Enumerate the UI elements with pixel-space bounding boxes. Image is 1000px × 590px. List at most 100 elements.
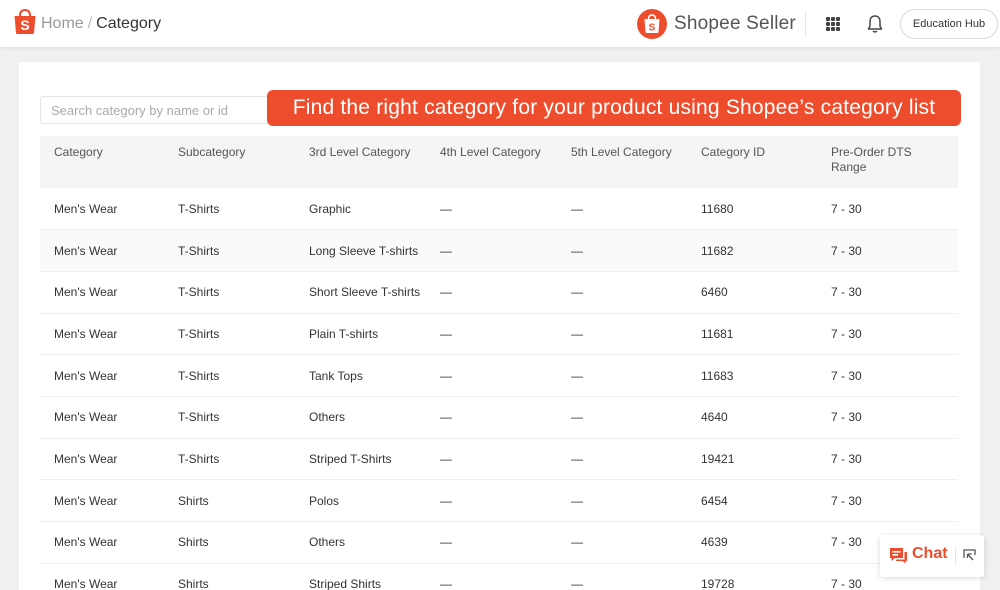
table-cell: 11683 <box>701 368 734 383</box>
table-cell: — <box>440 285 452 300</box>
table-cell: Striped Shirts <box>309 577 382 590</box>
table-cell: Plain T-shirts <box>309 326 379 341</box>
table-cell: — <box>571 326 583 341</box>
breadcrumb-separator: / <box>87 15 93 32</box>
category-table: Category Subcategory 3rd Level Category … <box>40 136 958 590</box>
table-cell: Men's Wear <box>54 201 118 216</box>
table-row[interactable]: Men's Wear T-Shirts Striped T-Shirts — — 1942… <box>40 438 958 480</box>
table-cell: Striped T-Shirts <box>309 451 392 466</box>
table-cell: Men's Wear <box>54 326 118 341</box>
table-cell: Men's Wear <box>54 285 118 300</box>
table-cell: Men's Wear <box>54 451 118 466</box>
column-header: 4th Level Category <box>440 145 541 159</box>
table-cell: — <box>571 493 583 508</box>
table-cell: T-Shirts <box>178 201 220 216</box>
table-cell: Men's Wear <box>54 577 118 590</box>
chat-widget[interactable]: Chat <box>880 535 984 577</box>
expand-icon[interactable] <box>963 549 976 562</box>
table-cell: Men's Wear <box>54 535 118 550</box>
table-cell: — <box>440 535 452 550</box>
shopee-bag-icon[interactable]: S <box>13 9 37 35</box>
table-cell: 7 - 30 <box>831 285 862 300</box>
table-cell: Polos <box>309 493 340 508</box>
table-cell: T-Shirts <box>178 243 220 258</box>
table-cell: T-Shirts <box>178 368 220 383</box>
table-cell: — <box>571 243 583 258</box>
shopee-logo-icon[interactable]: S <box>637 9 667 39</box>
table-row[interactable]: Men's Wear T-Shirts Plain T-shirts — — 11681 7… <box>40 313 958 355</box>
table-row[interactable]: Men's Wear Shirts Polos — — 6454 7 - 30 <box>40 480 958 522</box>
table-cell: T-Shirts <box>178 410 220 425</box>
table-cell: — <box>440 201 452 216</box>
table-cell: — <box>571 368 583 383</box>
breadcrumb: Home / Category <box>41 15 161 33</box>
svg-text:S: S <box>649 23 656 34</box>
table-cell: — <box>571 410 583 425</box>
table-cell: — <box>571 577 583 590</box>
table-cell: 7 - 30 <box>831 451 862 466</box>
table-cell: Men's Wear <box>54 493 118 508</box>
table-cell: 11681 <box>701 326 734 341</box>
column-header: 3rd Level Category <box>309 145 411 159</box>
chat-bubble-icon[interactable] <box>889 547 908 564</box>
table-row[interactable]: Men's Wear T-Shirts Short Sleeve T-shirts —… <box>40 271 958 314</box>
promo-banner: Find the right category for your product… <box>267 90 961 126</box>
column-header: Pre-Order DTS Range <box>831 145 912 174</box>
table-cell: 4639 <box>701 535 728 550</box>
table-row[interactable]: Men's Wear T-Shirts Others — — 4640 7 - 30 <box>40 396 958 439</box>
table-cell: — <box>440 493 452 508</box>
table-row[interactable]: Men's Wear Shirts Others — —4639 7 - 30 <box>40 522 958 564</box>
table-cell: 7 - 30 <box>831 326 862 341</box>
column-header: Category <box>54 145 103 159</box>
table-cell: — <box>440 326 452 341</box>
breadcrumb-home-link[interactable]: Home <box>41 15 84 33</box>
table-cell: 19728 <box>701 577 735 590</box>
table-cell: Shirts <box>178 535 209 550</box>
table-cell: — <box>440 451 452 466</box>
apps-grid-icon[interactable] <box>826 17 840 31</box>
category-list-card: Find the right category for your product… <box>19 62 980 590</box>
breadcrumb-current: Category <box>96 15 162 32</box>
table-cell: Graphic <box>309 201 352 216</box>
table-cell: T-Shirts <box>178 285 220 300</box>
table-cell: Men's Wear <box>54 410 118 425</box>
table-cell: 7 - 30 <box>831 243 862 258</box>
table-row[interactable]: Men's Wear T-Shirts Graphic — — 11680 7 - 30 <box>40 188 958 230</box>
table-cell: Shirts <box>178 577 209 590</box>
top-bar: S Home / Category S Shopee Seller Educat… <box>0 0 1000 48</box>
column-header: Category ID <box>701 145 766 159</box>
table-cell: 6454 <box>701 493 728 508</box>
column-header: 5th Level Category <box>571 145 672 159</box>
table-cell: T-Shirts <box>178 451 220 466</box>
table-cell: 4640 <box>701 410 728 425</box>
table-cell: — <box>571 201 583 216</box>
header-divider <box>805 11 806 37</box>
table-row[interactable]: Men's Wear T-Shirts Tank Tops — — 11683 7 - 30 <box>40 355 958 397</box>
education-hub-button[interactable]: Education Hub <box>900 9 998 39</box>
table-cell: 11680 <box>701 201 734 216</box>
category-table-container[interactable]: Category Subcategory 3rd Level Category … <box>40 136 958 590</box>
table-cell: — <box>571 451 583 466</box>
table-cell: 7 - 30 <box>831 201 862 216</box>
table-cell: Others <box>309 410 346 425</box>
table-cell: — <box>571 285 583 300</box>
table-header-row: Category Subcategory 3rd Level Category … <box>40 136 958 188</box>
table-cell: T-Shirts <box>178 326 220 341</box>
table-cell: — <box>571 535 583 550</box>
table-cell: — <box>440 368 452 383</box>
table-row[interactable]: Men's Wear Shirts Striped Shirts — —19728 7 -… <box>40 563 958 590</box>
table-cell: — <box>440 410 452 425</box>
table-cell: Short Sleeve T-shirts <box>309 285 421 300</box>
bell-icon[interactable] <box>866 14 884 34</box>
svg-text:S: S <box>20 17 29 33</box>
table-row[interactable]: Men's Wear T-Shirts Long Sleeve T-shirts — —… <box>40 229 958 272</box>
table-cell: 11682 <box>701 243 734 258</box>
table-cell: 6460 <box>701 285 728 300</box>
table-cell: 7 - 30 <box>831 368 862 383</box>
table-cell: 7 - 30 <box>831 410 862 425</box>
table-cell: 19421 <box>701 451 735 466</box>
chat-label: Chat <box>912 545 948 562</box>
search-input[interactable] <box>40 96 270 124</box>
table-cell: Tank Tops <box>309 368 363 383</box>
table-cell: Others <box>309 535 346 550</box>
